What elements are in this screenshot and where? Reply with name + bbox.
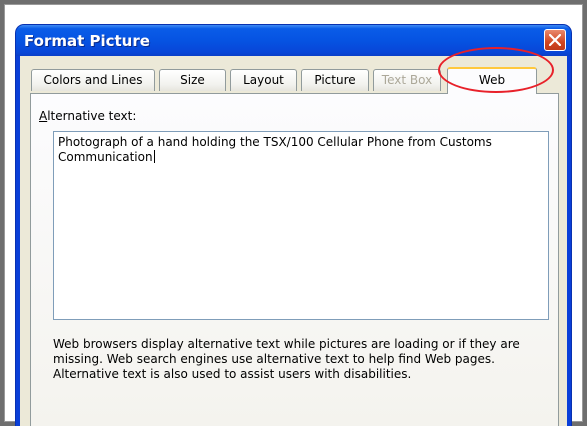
tab-text-box: Text Box (373, 69, 441, 91)
alternative-text-input[interactable]: Photograph of a hand holding the TSX/100… (53, 131, 549, 320)
close-icon (549, 34, 561, 46)
alternative-text-label: Alternative text: (39, 109, 137, 123)
tab-size[interactable]: Size (159, 69, 226, 91)
tab-web[interactable]: Web (447, 67, 537, 94)
title-bar[interactable]: Format Picture (16, 25, 571, 56)
alternative-text-help: Web browsers display alternative text wh… (53, 337, 520, 381)
tab-layout[interactable]: Layout (230, 69, 297, 91)
tab-picture[interactable]: Picture (301, 69, 369, 91)
text-cursor (153, 150, 155, 163)
dialog-title: Format Picture (24, 32, 150, 50)
tab-colors-and-lines[interactable]: Colors and Lines (31, 69, 155, 91)
close-button[interactable] (544, 29, 566, 51)
